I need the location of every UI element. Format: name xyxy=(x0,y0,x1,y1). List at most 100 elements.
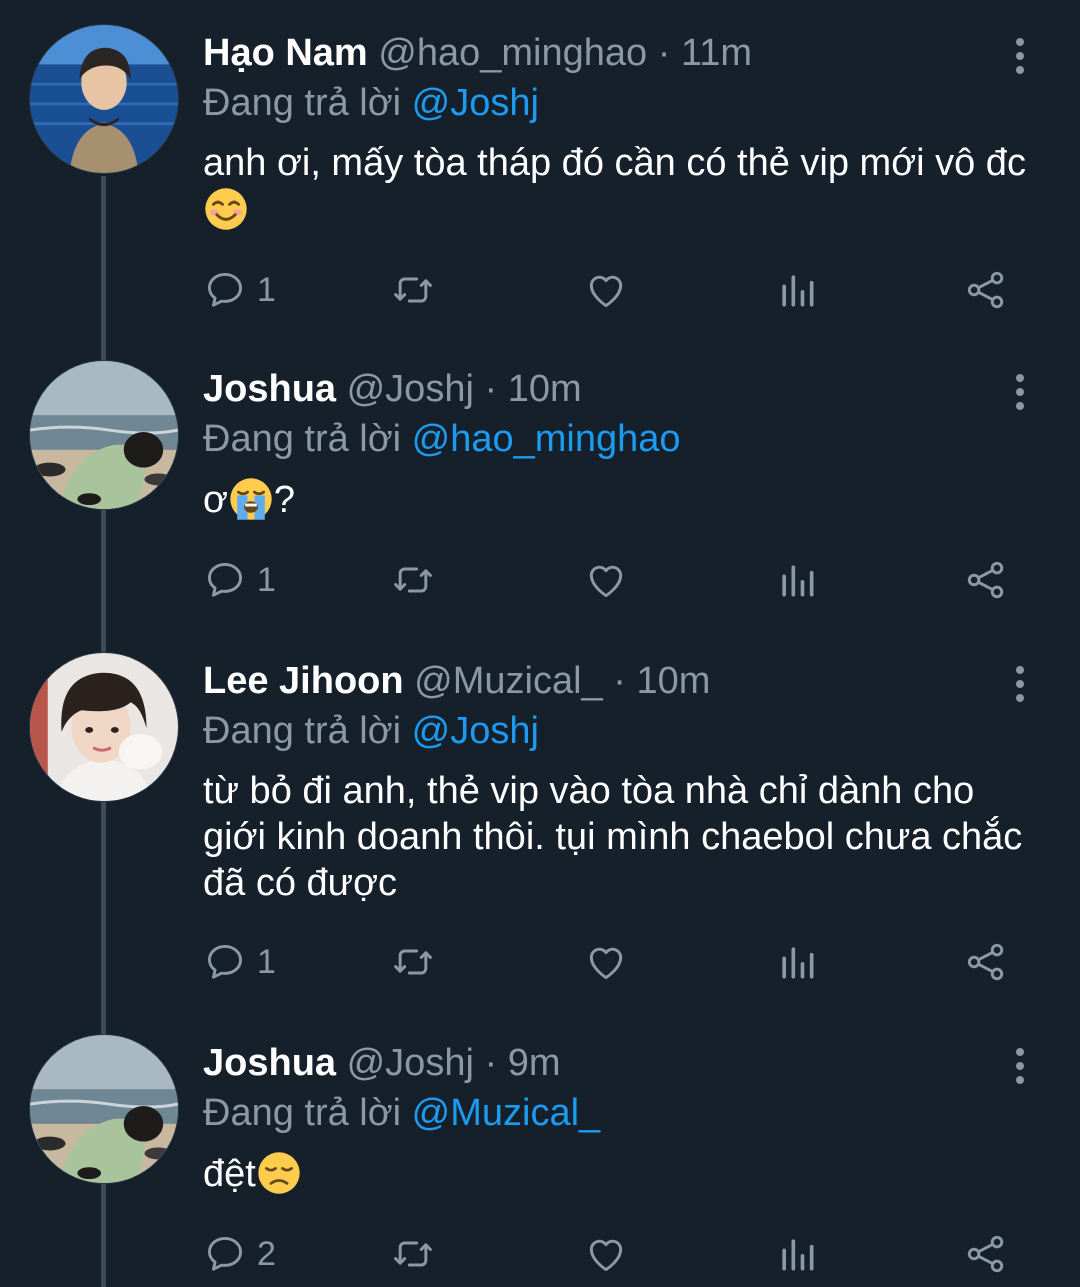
analytics-icon xyxy=(775,558,819,602)
disappointed-face-emoji xyxy=(256,1150,302,1196)
replying-to-label: Đang trả lời xyxy=(203,710,402,752)
replying-to: Đang trả lời @hao_minghao xyxy=(203,415,681,463)
user-handle[interactable]: @hao_minghao xyxy=(378,32,647,74)
separator-dot: · xyxy=(484,1042,498,1084)
display-name[interactable]: Joshua xyxy=(203,368,336,410)
user-handle[interactable]: @Joshj xyxy=(347,368,474,410)
like-button[interactable] xyxy=(584,557,628,603)
analytics-icon xyxy=(775,1232,819,1276)
retweet-button[interactable] xyxy=(391,267,435,313)
tweet-text-content: đệt xyxy=(203,1153,256,1195)
reply-button[interactable]: 2 xyxy=(203,1231,276,1277)
replying-to-label: Đang trả lời xyxy=(203,418,402,460)
share-icon xyxy=(964,940,1008,984)
heart-icon xyxy=(584,558,628,602)
analytics-icon xyxy=(775,940,819,984)
reply-icon xyxy=(203,940,247,984)
retweet-icon xyxy=(391,1232,435,1276)
retweet-icon xyxy=(391,940,435,984)
timestamp[interactable]: 10m xyxy=(508,368,582,410)
reply-count: 1 xyxy=(257,942,276,981)
tweet[interactable]: Lee Jihoon @Muzical_ · 10m Đang trả lời … xyxy=(0,652,1080,1012)
replying-to: Đang trả lời @Muzical_ xyxy=(203,1089,600,1137)
tweet-text-content: anh ơi, mấy tòa tháp đó cần có thẻ vip m… xyxy=(203,142,1026,184)
crying-face-emoji xyxy=(228,476,274,522)
share-button[interactable] xyxy=(964,557,1008,603)
timestamp[interactable]: 10m xyxy=(636,660,710,702)
share-button[interactable] xyxy=(964,1231,1008,1277)
display-name[interactable]: Hạo Nam xyxy=(203,32,368,74)
timestamp[interactable]: 11m xyxy=(681,32,752,74)
more-options-icon[interactable] xyxy=(1005,1046,1035,1086)
tweet[interactable]: Joshua @Joshj · 10m Đang trả lời @hao_mi… xyxy=(0,360,1080,620)
like-button[interactable] xyxy=(584,1231,628,1277)
smiling-face-emoji xyxy=(203,186,249,232)
tweet[interactable]: Joshua @Joshj · 9m Đang trả lời @Muzical… xyxy=(0,1034,1080,1287)
reply-icon xyxy=(203,1232,247,1276)
share-button[interactable] xyxy=(964,267,1008,313)
user-handle[interactable]: @Muzical_ xyxy=(414,660,603,702)
reply-button[interactable]: 1 xyxy=(203,557,276,603)
timestamp[interactable]: 9m xyxy=(508,1042,561,1084)
tweet-text: anh ơi, mấy tòa tháp đó cần có thẻ vip m… xyxy=(203,140,1033,233)
user-handle[interactable]: @Joshj xyxy=(347,1042,474,1084)
retweet-button[interactable] xyxy=(391,1231,435,1277)
like-button[interactable] xyxy=(584,267,628,313)
views-button[interactable] xyxy=(775,1231,819,1277)
tweet-header: Joshua @Joshj · 10m xyxy=(203,365,582,413)
avatar[interactable] xyxy=(29,652,179,802)
more-options-icon[interactable] xyxy=(1005,372,1035,412)
tweet-header: Joshua @Joshj · 9m xyxy=(203,1039,560,1087)
tweet-actions: 2 xyxy=(203,1231,1033,1277)
tweet-text-content: ? xyxy=(273,479,296,521)
reply-button[interactable]: 1 xyxy=(203,267,276,313)
views-button[interactable] xyxy=(775,557,819,603)
reply-icon xyxy=(203,558,247,602)
display-name[interactable]: Lee Jihoon xyxy=(203,660,404,702)
avatar[interactable] xyxy=(29,360,179,510)
retweet-icon xyxy=(391,268,435,312)
tweet[interactable]: Hạo Nam @hao_minghao · 11m Đang trả lời … xyxy=(0,24,1080,324)
separator-dot: · xyxy=(484,368,498,410)
mention-link[interactable]: @Joshj xyxy=(412,710,539,752)
replying-to: Đang trả lời @Joshj xyxy=(203,707,539,755)
like-button[interactable] xyxy=(584,939,628,985)
heart-icon xyxy=(584,1232,628,1276)
reply-icon xyxy=(203,268,247,312)
heart-icon xyxy=(584,268,628,312)
share-icon xyxy=(964,268,1008,312)
reply-count: 1 xyxy=(257,560,276,599)
more-options-icon[interactable] xyxy=(1005,664,1035,704)
avatar[interactable] xyxy=(29,1034,179,1184)
mention-link[interactable]: @Muzical_ xyxy=(412,1092,601,1134)
tweet-actions: 1 xyxy=(203,939,1033,985)
retweet-button[interactable] xyxy=(391,557,435,603)
reply-count: 1 xyxy=(257,270,276,309)
separator-dot: · xyxy=(613,660,626,702)
reply-button[interactable]: 1 xyxy=(203,939,276,985)
analytics-icon xyxy=(775,268,819,312)
views-button[interactable] xyxy=(775,939,819,985)
views-button[interactable] xyxy=(775,267,819,313)
retweet-button[interactable] xyxy=(391,939,435,985)
heart-icon xyxy=(584,940,628,984)
share-icon xyxy=(964,558,1008,602)
tweet-text-content: ơ xyxy=(203,479,228,521)
mention-link[interactable]: @hao_minghao xyxy=(412,418,681,460)
share-icon xyxy=(964,1232,1008,1276)
tweet-actions: 1 xyxy=(203,557,1033,603)
separator-dot: · xyxy=(657,32,671,74)
tweet-text-content: từ bỏ đi anh, thẻ vip vào tòa nhà chỉ dà… xyxy=(203,770,1023,904)
reply-count: 2 xyxy=(257,1234,276,1273)
more-options-icon[interactable] xyxy=(1005,36,1035,76)
tweet-text: ơ? xyxy=(203,476,1033,523)
share-button[interactable] xyxy=(964,939,1008,985)
retweet-icon xyxy=(391,558,435,602)
tweet-text: đệt xyxy=(203,1150,1033,1197)
display-name[interactable]: Joshua xyxy=(203,1042,336,1084)
avatar[interactable] xyxy=(29,24,179,174)
tweet-header: Lee Jihoon @Muzical_ · 10m xyxy=(203,657,710,705)
replying-to-label: Đang trả lời xyxy=(203,82,402,124)
replying-to-label: Đang trả lời xyxy=(203,1092,402,1134)
mention-link[interactable]: @Joshj xyxy=(412,82,539,124)
